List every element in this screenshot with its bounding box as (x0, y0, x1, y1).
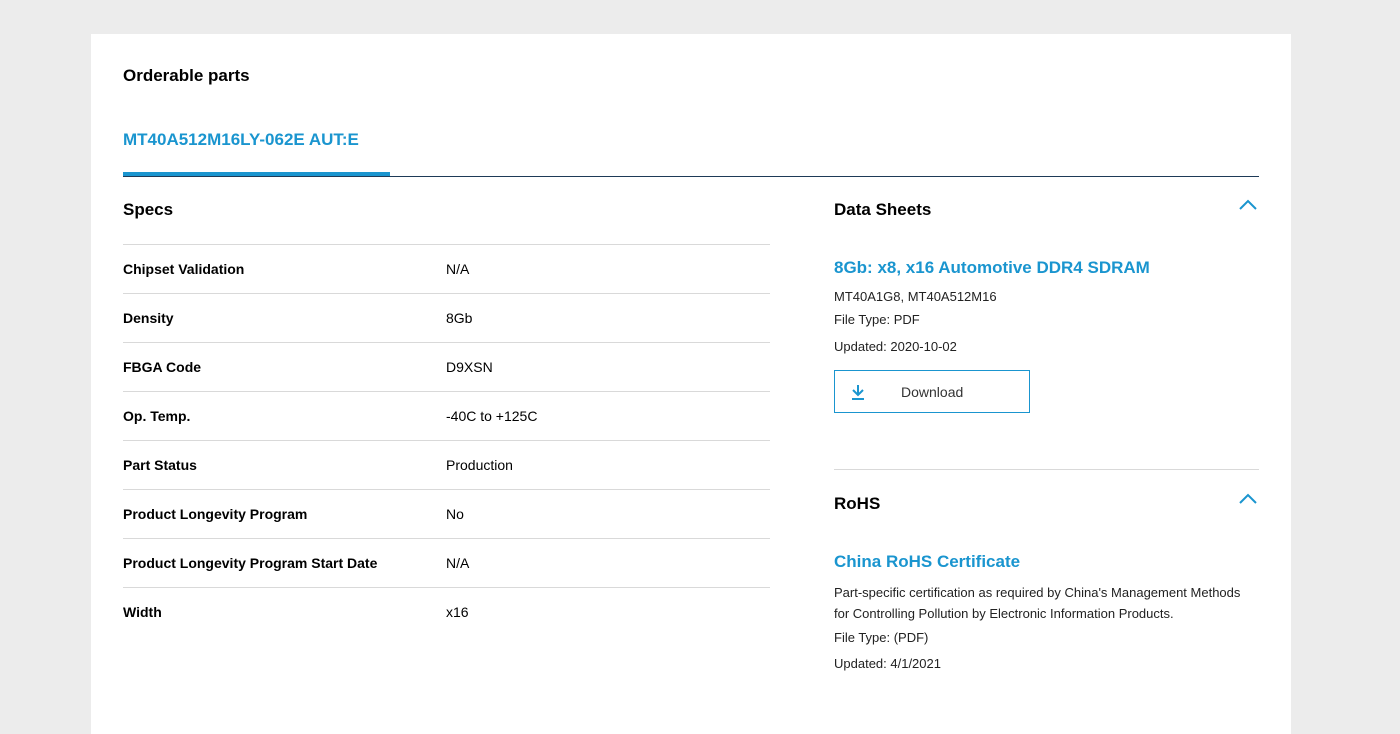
data-sheets-header[interactable]: Data Sheets (834, 194, 1259, 226)
download-icon (852, 384, 864, 400)
datasheet-parts: MT40A1G8, MT40A512M16 (834, 289, 997, 304)
rohs-header[interactable]: RoHS (834, 488, 1259, 520)
spec-value: Production (446, 457, 513, 473)
spec-row: Part Status Production (123, 440, 770, 489)
spec-row: Product Longevity Program No (123, 489, 770, 538)
rohs-description: Part-specific certification as required … (834, 585, 1241, 621)
documents-column: Data Sheets 8Gb: x8, x16 Automotive DDR4… (834, 194, 1259, 671)
part-tabs: MT40A512M16LY-062E AUT:E (123, 126, 1259, 177)
spec-row: Width x16 (123, 587, 770, 636)
spec-row: Chipset Validation N/A (123, 244, 770, 293)
section-divider (834, 469, 1259, 470)
spec-value: No (446, 506, 464, 522)
rohs-title: RoHS (834, 494, 881, 513)
specs-section: Specs Chipset Validation N/A Density 8Gb FBG… (123, 194, 770, 636)
spec-value: D9XSN (446, 359, 493, 375)
spec-value: x16 (446, 604, 469, 620)
spec-label: Chipset Validation (123, 261, 245, 277)
download-button[interactable]: Download (834, 370, 1030, 413)
spec-value: -40C to +125C (446, 408, 538, 424)
specs-table: Chipset Validation N/A Density 8Gb FBGA Code… (123, 244, 770, 636)
spec-label: Product Longevity Program (123, 506, 308, 522)
rohs-updated: Updated: 4/1/2021 (834, 656, 941, 671)
spec-label: Width (123, 604, 162, 620)
datasheet-updated: Updated: 2020-10-02 (834, 339, 957, 354)
download-label: Download (901, 383, 964, 400)
rohs-certificate-link[interactable]: China RoHS Certificate (834, 552, 1259, 572)
section-title: Orderable parts (123, 66, 250, 85)
specs-title: Specs (123, 200, 174, 219)
spec-label: Part Status (123, 457, 197, 473)
datasheet-file-type: File Type: PDF (834, 312, 920, 327)
spec-label: Op. Temp. (123, 408, 191, 424)
chevron-up-icon[interactable] (1237, 196, 1259, 214)
tab-part-number[interactable]: MT40A512M16LY-062E AUT:E (123, 126, 390, 176)
spec-row: Op. Temp. -40C to +125C (123, 391, 770, 440)
spec-value: 8Gb (446, 310, 473, 326)
spec-row: Product Longevity Program Start Date N/A (123, 538, 770, 587)
spec-label: Product Longevity Program Start Date (123, 555, 378, 571)
spec-value: N/A (446, 555, 470, 571)
orderable-parts-card: Orderable parts MT40A512M16LY-062E AUT:E… (91, 34, 1291, 734)
spec-value: N/A (446, 261, 470, 277)
chevron-up-icon[interactable] (1237, 490, 1259, 508)
spec-label: FBGA Code (123, 359, 202, 375)
spec-label: Density (123, 310, 174, 326)
spec-row: Density 8Gb (123, 293, 770, 342)
rohs-file-type: File Type: (PDF) (834, 630, 929, 645)
datasheet-link[interactable]: 8Gb: x8, x16 Automotive DDR4 SDRAM (834, 258, 1259, 278)
spec-row: FBGA Code D9XSN (123, 342, 770, 391)
data-sheets-title: Data Sheets (834, 200, 932, 219)
